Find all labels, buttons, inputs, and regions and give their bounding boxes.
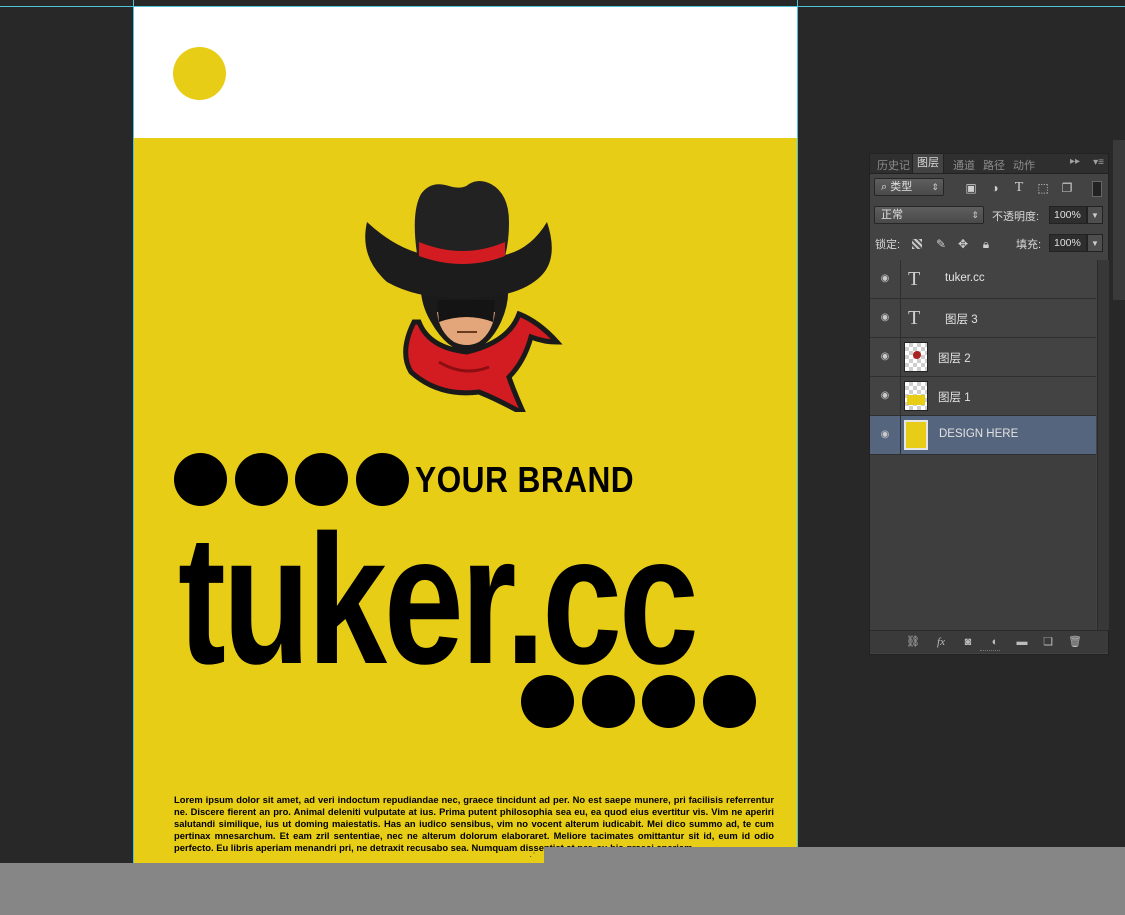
eye-icon[interactable]: ◉ [879, 273, 891, 285]
mask-icon[interactable]: ◙ [960, 634, 976, 650]
layer-name: 图层 3 [945, 314, 978, 326]
blend-mode-select[interactable]: 正常 ⇕ [874, 206, 984, 224]
row-divider [900, 260, 901, 298]
document-canvas[interactable]: YOUR BRAND tuker.cc Lorem ipsum dolor si… [134, 7, 797, 863]
layer-name: 图层 1 [938, 392, 971, 404]
chevron-updown-icon: ⇕ [931, 182, 939, 192]
lock-move-icon[interactable]: ✥ [956, 237, 970, 251]
tab-history[interactable]: 历史记 [877, 157, 910, 173]
adjustment-icon[interactable]: ◐ [987, 634, 1003, 650]
workspace-bottom [0, 863, 1125, 915]
type-filter-icon[interactable]: T [1012, 181, 1026, 195]
eye-icon[interactable]: ◉ [879, 312, 891, 324]
workspace-bottom-strip [544, 847, 1125, 863]
tab-paths[interactable]: 路径 [983, 157, 1005, 173]
lock-all-icon[interactable]: 🔒︎ [979, 237, 993, 251]
fill-input[interactable]: 100% [1049, 234, 1087, 252]
collapse-panel-icon[interactable]: ▸▸ [1070, 156, 1080, 167]
brand-tagline: YOUR BRAND [415, 459, 635, 500]
layer-row[interactable]: ◉ T 图层 3 [870, 299, 1096, 338]
layer-row[interactable]: ◉ 图层 2 [870, 338, 1096, 377]
eye-icon[interactable]: ◉ [879, 351, 891, 363]
filter-kind-label: 类型 [890, 181, 913, 193]
text-layer-icon: T [908, 268, 921, 290]
panel-resize-grip[interactable] [980, 650, 1000, 655]
lock-transparent-icon[interactable] [912, 239, 922, 249]
tab-actions[interactable]: 动作 [1013, 157, 1035, 173]
opacity-dropdown-icon[interactable]: ▼ [1087, 206, 1103, 224]
layer-name: 图层 2 [938, 353, 971, 365]
layer-row-selected[interactable]: ◉ DESIGN HERE [870, 416, 1096, 455]
blend-mode-value: 正常 [881, 209, 903, 221]
smart-object-filter-icon[interactable]: ❐ [1060, 181, 1074, 195]
tab-channels[interactable]: 通道 [953, 157, 975, 173]
text-layer-icon: T [908, 307, 921, 329]
fx-icon[interactable]: fx [933, 634, 949, 650]
filter-kind-select[interactable]: ⌕ 类型 ⇕ [874, 178, 944, 196]
layer-name: tuker.cc [945, 272, 985, 284]
lock-paint-icon[interactable]: ✎ [934, 237, 948, 251]
opacity-label: 不透明度: [992, 211, 1040, 223]
folder-icon[interactable]: ▬ [1014, 634, 1030, 650]
row-divider [900, 416, 901, 454]
tab-layers[interactable]: 图层 [912, 154, 944, 173]
chevron-updown-icon: ⇕ [971, 210, 979, 220]
image-filter-icon[interactable]: ▣ [964, 181, 978, 195]
new-layer-icon[interactable]: ❏ [1040, 634, 1056, 650]
layer-name: DESIGN HERE [939, 428, 1019, 440]
title-dot-2 [582, 675, 635, 728]
adjustment-filter-icon[interactable]: ◑ [988, 181, 1002, 195]
layers-panel: 历史记 图层 通道 路径 动作 ▸▸ ▾≡ ⌕ 类型 ⇕ ▣ ◑ T ⬚ ❐ 正… [869, 153, 1109, 655]
opacity-input[interactable]: 100% [1049, 206, 1087, 224]
layer-row[interactable]: ◉ T tuker.cc [870, 260, 1096, 299]
resize-grip-icon[interactable]: ⋰ [526, 847, 542, 861]
title-dot-1 [521, 675, 574, 728]
band-thumb-icon [907, 395, 925, 405]
guide-vertical-right [797, 0, 798, 863]
right-dock-strip [1113, 140, 1125, 300]
row-divider [900, 338, 901, 376]
fill-dropdown-icon[interactable]: ▼ [1087, 234, 1103, 252]
shape-filter-icon[interactable]: ⬚ [1036, 181, 1050, 195]
trash-icon[interactable]: 🗑︎ [1067, 634, 1083, 650]
title-dot-3 [642, 675, 695, 728]
layer-list: ◉ T tuker.cc ◉ T 图层 3 ◉ 图层 2 ◉ 图层 1 ◉ DE… [870, 260, 1096, 630]
yellow-circle [173, 47, 226, 100]
layer-list-scrollbar[interactable] [1097, 260, 1109, 630]
layer-row[interactable]: ◉ 图层 1 [870, 377, 1096, 416]
layer-thumbnail [904, 342, 928, 372]
cowboy-thumb-icon [913, 351, 921, 359]
white-header-band [134, 7, 797, 138]
cowboy-illustration [365, 181, 563, 412]
eye-icon[interactable]: ◉ [879, 390, 891, 402]
panel-menu-icon[interactable]: ▾≡ [1093, 157, 1104, 168]
layer-thumbnail [904, 420, 928, 450]
title-dot-4 [703, 675, 756, 728]
body-paragraph: Lorem ipsum dolor sit amet, ad veri indo… [174, 794, 774, 853]
main-title: tuker.cc [178, 496, 699, 702]
search-icon: ⌕ [881, 181, 891, 193]
panel-tab-bar: 历史记 图层 通道 路径 动作 ▸▸ ▾≡ [870, 154, 1108, 174]
lock-label: 锁定: [875, 239, 901, 251]
row-divider [900, 299, 901, 337]
filter-toggle-icon[interactable] [1092, 181, 1102, 197]
row-divider [900, 377, 901, 415]
fill-label: 填充: [1016, 239, 1042, 251]
eye-icon[interactable]: ◉ [879, 429, 891, 441]
layer-thumbnail [904, 381, 928, 411]
link-icon[interactable]: ⛓ [905, 634, 921, 650]
